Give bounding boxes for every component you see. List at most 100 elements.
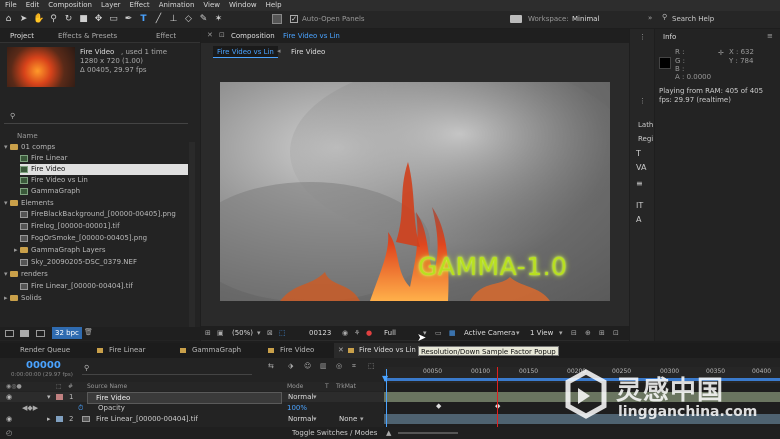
grid-icon[interactable]: ⊠	[267, 326, 273, 340]
eye-icon[interactable]: ◉	[6, 414, 12, 424]
subtab-fire-video[interactable]: Fire Video	[291, 48, 325, 56]
list-item[interactable]: ▾ renders	[4, 269, 48, 280]
expand-icon[interactable]: ▾	[47, 392, 51, 402]
list-item[interactable]: ▾ 01 comps	[4, 142, 55, 153]
text-tool-icon[interactable]: T	[138, 14, 149, 25]
close-icon[interactable]: ✕	[338, 343, 344, 358]
mask-icon[interactable]: ⬚	[368, 362, 375, 370]
name-column-header[interactable]: Name	[17, 132, 38, 140]
label-color-icon[interactable]	[56, 394, 63, 400]
list-item[interactable]: Fire Video vs Lin	[20, 175, 88, 186]
bpc-button[interactable]: 32 bpc	[52, 327, 82, 339]
label-color-icon[interactable]	[56, 416, 63, 422]
close-icon[interactable]: ✕	[207, 31, 213, 39]
menu-file[interactable]: File	[5, 0, 17, 11]
trkmat-header[interactable]: TrkMat	[336, 382, 356, 391]
current-timecode[interactable]: 00000	[26, 360, 61, 371]
tab-fire-linear[interactable]: Fire Linear	[109, 343, 145, 358]
chevron-down-icon[interactable]: ▾	[313, 392, 317, 402]
work-area-bar[interactable]	[384, 378, 780, 381]
text-icon[interactable]: T	[636, 149, 641, 158]
comp-viewer-tab-prefix[interactable]: Composition	[231, 32, 275, 40]
timeline-search-input[interactable]: ⚲	[82, 364, 252, 375]
new-folder-icon[interactable]	[20, 330, 29, 337]
layer-bar-2[interactable]	[384, 414, 780, 424]
snap-icon[interactable]	[272, 14, 282, 24]
flowchart-icon[interactable]: ⊡	[613, 326, 619, 340]
menu-window[interactable]: Window	[229, 0, 257, 11]
list-item[interactable]: Fire Linear	[20, 153, 67, 164]
keyframe-nav-icon[interactable]: ◀◆▶	[22, 403, 38, 413]
timeline-zoom-slider[interactable]	[398, 432, 458, 434]
views-select[interactable]: 1 View	[530, 326, 553, 340]
stroke-icon[interactable]: ≡	[636, 179, 643, 188]
camera-tool-icon[interactable]: ■	[78, 14, 89, 25]
arrow-tool-icon[interactable]: ➤	[18, 14, 29, 25]
toggle-switches-modes[interactable]: Toggle Switches / Modes	[292, 427, 377, 439]
draft-3d-icon[interactable]: ⬗	[288, 362, 293, 370]
zoom-out-icon[interactable]: ▲	[386, 427, 391, 439]
tab-project[interactable]: Project	[10, 29, 34, 43]
region-icon[interactable]: ▭	[435, 326, 442, 340]
list-item[interactable]: ▾ Elements	[4, 198, 54, 209]
text-size-icon[interactable]: VA	[636, 163, 646, 172]
zoom-select[interactable]: (50%)	[232, 326, 253, 340]
shy-icon[interactable]: ☺	[304, 362, 311, 370]
transparency-grid-icon[interactable]: ▦	[449, 326, 456, 340]
list-item[interactable]: ▸ Solids	[4, 293, 42, 304]
menu-composition[interactable]: Composition	[48, 0, 92, 11]
list-item[interactable]: Fire Linear_[00000-00404].tif	[20, 281, 133, 292]
tsume-icon[interactable]: A	[636, 215, 641, 224]
eraser-tool-icon[interactable]: ◇	[183, 14, 194, 25]
layer-row-1[interactable]: ◉ ▾ 1 Fire Video Normal ▾	[0, 392, 384, 404]
list-item[interactable]: ▸ GammaGraph Layers	[14, 245, 106, 256]
project-scrollbar[interactable]	[189, 142, 195, 327]
panel-grip-icon[interactable]: ⋮	[639, 97, 646, 105]
fast-preview-icon[interactable]: ⊕	[585, 326, 591, 340]
puppet-tool-icon[interactable]: ✶	[213, 14, 224, 25]
always-preview-icon[interactable]: ▣	[217, 326, 224, 340]
menu-layer[interactable]: Layer	[101, 0, 121, 11]
graph-editor-icon[interactable]: ⌗	[352, 362, 356, 371]
layer-bar-1[interactable]	[384, 392, 780, 402]
stopwatch-icon[interactable]: ⏱	[78, 403, 83, 413]
source-name-header[interactable]: Source Name	[87, 382, 127, 391]
layer-mode-select[interactable]: Normal	[288, 414, 313, 424]
list-item[interactable]: GammaGraph	[20, 186, 80, 197]
snapshot-icon[interactable]: ◉	[342, 326, 348, 340]
menu-view[interactable]: View	[203, 0, 220, 11]
menu-effect[interactable]: Effect	[130, 0, 150, 11]
composition-canvas[interactable]: GAMMA-1.0	[220, 82, 610, 301]
tab-effect-controls[interactable]: Effect	[156, 29, 176, 43]
mode-header[interactable]: Mode	[287, 382, 303, 391]
motion-blur-icon[interactable]: ◎	[336, 362, 342, 370]
interpret-footage-icon[interactable]	[5, 330, 14, 337]
project-search-input[interactable]: ⚲	[4, 110, 188, 124]
menu-help[interactable]: Help	[266, 0, 282, 11]
chevron-down-icon[interactable]: ▾	[313, 414, 317, 424]
tab-info[interactable]: Info	[663, 33, 676, 41]
auto-open-checkbox[interactable]: ✓	[290, 15, 298, 23]
baseline-icon[interactable]: IT	[636, 201, 643, 210]
pan-behind-tool-icon[interactable]: ✥	[93, 14, 104, 25]
resolution-select[interactable]: Full	[384, 326, 396, 340]
comp-flowchart-icon[interactable]: ⇆	[268, 362, 274, 370]
lock-icon[interactable]: ⊡	[219, 31, 225, 39]
rotate-tool-icon[interactable]: ↻	[63, 14, 74, 25]
keyframe-icon[interactable]: ◆	[436, 402, 441, 410]
chevron-down-icon[interactable]: ▾	[559, 326, 563, 340]
list-item[interactable]: FogOrSmoke_[00000-00405].png	[20, 233, 147, 244]
workspace-menu-icon[interactable]: »	[648, 14, 652, 22]
time-ruler[interactable]: 00050 00100 00150 00200 00250 00300 0035…	[382, 367, 780, 383]
toggle-pixel-icon[interactable]: ⊟	[571, 326, 577, 340]
list-item-selected[interactable]: Fire Video	[20, 164, 188, 175]
tab-gammagraph[interactable]: GammaGraph	[192, 343, 241, 358]
brush-tool-icon[interactable]: ╱	[153, 14, 164, 25]
track-area[interactable]: ◆ ◆	[384, 367, 780, 427]
layer-mode-select[interactable]: Normal	[288, 392, 313, 402]
chevron-down-icon[interactable]: ▾	[360, 414, 364, 424]
camera-select[interactable]: Active Camera	[464, 326, 515, 340]
tab-effects-presets[interactable]: Effects & Presets	[58, 29, 117, 43]
mask-icon[interactable]: ⬚	[279, 326, 286, 340]
magnify-icon[interactable]: ⊞	[205, 326, 211, 340]
